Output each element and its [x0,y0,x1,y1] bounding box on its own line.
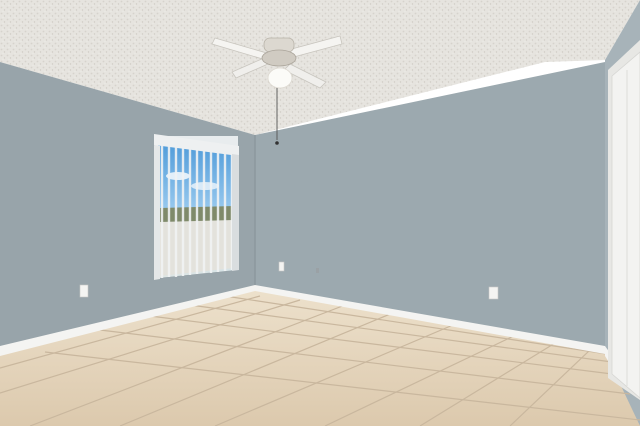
empty-room-photo [0,0,640,426]
closet-door [608,40,640,400]
window-with-vertical-blinds [154,134,239,280]
